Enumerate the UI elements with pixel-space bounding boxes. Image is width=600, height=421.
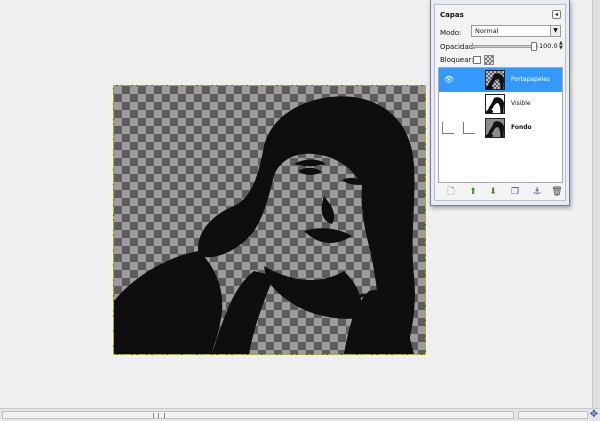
chain-toggle[interactable]	[463, 122, 475, 134]
visibility-toggle[interactable]	[442, 122, 454, 134]
layer-row-portapapeles[interactable]: 👁 Portapapeles	[439, 68, 562, 92]
mode-select[interactable]: Normal ▼	[471, 25, 561, 37]
thumbnail-portrait	[486, 121, 504, 137]
layer-row-visible[interactable]: Visible	[439, 92, 562, 116]
lock-label: Bloquear:	[440, 56, 474, 64]
eye-icon[interactable]: 👁	[442, 74, 456, 86]
opacity-slider-thumb[interactable]	[531, 42, 537, 51]
horizontal-scrollbar[interactable]: ✥	[0, 408, 600, 421]
scrollbar-grip[interactable]	[153, 413, 165, 418]
layers-dock: Capas ◂ Modo: Normal ▼ Opacidad: 100.0 ▲…	[430, 0, 570, 206]
layers-list[interactable]: 👁 Portapapeles Visible Fondo	[438, 67, 563, 183]
new-layer-icon[interactable]: 🗋	[445, 186, 457, 198]
opacity-value[interactable]: 100.0	[539, 41, 558, 51]
opacity-spin-icon[interactable]: ▲ ▼	[559, 41, 564, 51]
thumbnail-portrait	[486, 73, 504, 89]
layer-row-fondo[interactable]: Fondo	[439, 116, 562, 140]
image-layer-with-selection[interactable]	[113, 85, 426, 355]
thumbnail-portrait	[486, 97, 504, 113]
mode-label: Modo:	[440, 29, 462, 37]
opacity-slider[interactable]	[471, 42, 538, 51]
layer-thumbnail	[485, 94, 505, 114]
lock-alpha-icon[interactable]	[484, 55, 494, 65]
layer-buttons-bar: 🗋 ⬆ ⬇ ❐ ⚓ 🗑	[439, 186, 563, 198]
raise-layer-icon[interactable]: ⬆	[467, 186, 479, 198]
lock-pixels-checkbox[interactable]	[473, 56, 481, 64]
vertical-ruler-strip	[592, 0, 600, 408]
layer-name[interactable]: Portapapeles	[511, 76, 550, 83]
layer-thumbnail	[485, 70, 505, 90]
duplicate-layer-icon[interactable]: ❐	[509, 186, 521, 198]
chevron-down-icon[interactable]: ▼	[550, 26, 560, 36]
scrollbar-track[interactable]	[2, 411, 514, 419]
navigate-icon[interactable]: ✥	[589, 410, 599, 420]
layer-name[interactable]: Fondo	[511, 124, 532, 131]
layer-thumbnail	[485, 118, 505, 138]
zoom-area[interactable]	[518, 411, 588, 419]
delete-layer-icon[interactable]: 🗑	[551, 186, 563, 198]
layers-panel: Capas ◂ Modo: Normal ▼ Opacidad: 100.0 ▲…	[434, 4, 566, 201]
mode-value: Normal	[475, 27, 499, 35]
layer-name[interactable]: Visible	[511, 100, 531, 107]
portrait-image	[114, 96, 415, 354]
anchor-layer-icon[interactable]: ⚓	[531, 186, 543, 198]
panel-menu-icon[interactable]: ◂	[552, 10, 561, 19]
lower-layer-icon[interactable]: ⬇	[487, 186, 499, 198]
panel-title: Capas	[440, 11, 464, 19]
opacity-slider-track[interactable]	[471, 45, 538, 48]
